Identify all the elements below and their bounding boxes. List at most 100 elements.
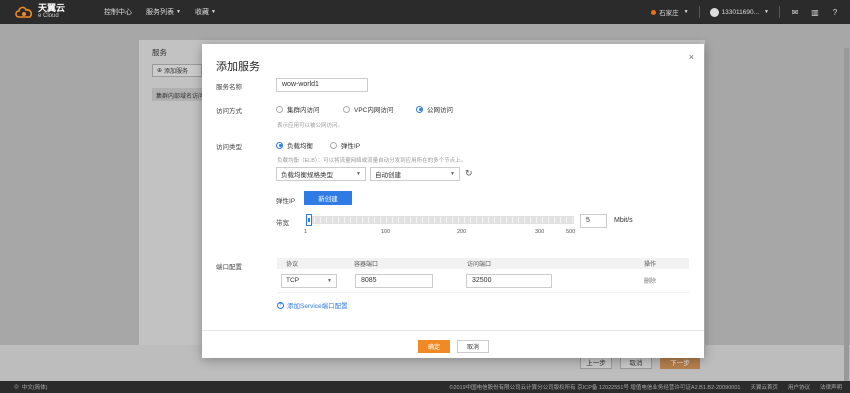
confirm-button[interactable]: 确定 [418, 340, 450, 353]
bandwidth-unit: Mbit/s [614, 217, 633, 224]
nav-service-list[interactable]: 服务列表 ▼ [146, 7, 181, 17]
add-port-label: 添加Service端口配置 [287, 303, 348, 310]
radio-icon [276, 105, 283, 113]
top-nav-bar: 天翼云 e Cloud 控制中心 服务列表 ▼ 收藏 ▼ 石家庄 ▼ 1330116… [0, 0, 850, 24]
chevron-down-icon: ▼ [327, 277, 332, 284]
protocol-select[interactable]: TCP ▼ [281, 273, 337, 288]
user-name: 133011690... [721, 8, 760, 16]
caret-down-icon: ▼ [176, 9, 181, 15]
eip-label: 弹性IP [276, 198, 296, 205]
location-pin-icon [651, 9, 657, 15]
protocol-value: TCP [286, 277, 299, 284]
chevron-down-icon: ▼ [450, 171, 455, 177]
bandwidth-slider[interactable] [308, 216, 574, 224]
help-icon[interactable]: ? [830, 8, 840, 17]
logo-en-text: e Cloud [38, 13, 59, 19]
region-label: 石家庄 [659, 10, 679, 17]
cancel-button[interactable]: 取消 [457, 340, 489, 353]
bandwidth-label: 带宽 [276, 220, 289, 227]
language-label: 中文(简体) [21, 385, 48, 391]
footer-link-agreement[interactable]: 用户协议 [788, 383, 810, 391]
radio-selected-icon [416, 105, 423, 113]
radio-load-balancer[interactable]: 负载均衡 [276, 140, 313, 150]
port-config-label: 端口配置 [216, 264, 242, 271]
access-mode-label: 访问方式 [216, 108, 242, 115]
radio-label: 公网访问 [427, 107, 453, 114]
access-type-label: 访问类型 [216, 144, 242, 151]
table-header: 协议 容器端口 访问端口 操作 [277, 258, 689, 269]
footer-link-legal[interactable]: 法律声明 [820, 383, 842, 391]
caret-down-icon: ▼ [210, 9, 216, 15]
mail-icon[interactable]: ✉ [790, 8, 800, 17]
header-action: 操作 [644, 262, 657, 268]
tick-label: 1 [304, 229, 308, 235]
globe-icon: ◎ [14, 384, 19, 390]
logo-cn-text: 天翼云 [38, 3, 66, 13]
radio-label: VPC内网访问 [354, 107, 394, 114]
caret-down-icon: ▼ [683, 9, 689, 15]
scrollbar[interactable] [844, 48, 849, 393]
tick-label: 500 [566, 229, 576, 235]
dialog-footer: 确定 取消 [202, 330, 704, 358]
new-create-button[interactable]: 新创建 [304, 191, 352, 205]
service-name-input[interactable]: wow-world1 [276, 78, 368, 92]
page-footer: ◎ 中文(简体) ©2019中国电信股份有限公司云计算分公司版权所有 京ICP备… [0, 381, 850, 393]
nav-favorites-label: 收藏 [194, 9, 209, 16]
copyright-text: ©2019中国电信股份有限公司云计算分公司版权所有 京ICP备 12022551… [449, 385, 741, 391]
user-menu[interactable]: 133011690... ▼ [709, 7, 769, 17]
chart-icon[interactable]: ▥ [810, 8, 820, 17]
lb-spec-select[interactable]: 负载均衡规格类型 ▼ [276, 167, 366, 181]
lb-spec-value: 负载均衡规格类型 [281, 172, 333, 179]
language-selector[interactable]: ◎ 中文(简体) [14, 383, 47, 391]
logo[interactable]: 天翼云 e Cloud [14, 4, 90, 20]
cloud-logo-icon [14, 5, 34, 19]
port-table: 协议 容器端口 访问端口 操作 TCP ▼ 8085 32500 删除 [277, 258, 689, 293]
radio-elastic-ip[interactable]: 弹性IP [330, 140, 360, 150]
lb-hint: 负载均衡（ELB）：可以将流量网络或流量自动分发到应用所在的多个节点上。 [277, 158, 467, 164]
panel-title: 服务 [152, 48, 167, 57]
radio-selected-icon [276, 141, 283, 149]
access-port-input[interactable]: 32500 [466, 273, 552, 288]
add-service-label: 添加服务 [164, 69, 189, 75]
container-port-input[interactable]: 8085 [355, 273, 433, 288]
radio-icon [330, 141, 337, 149]
auto-create-select[interactable]: 自动创建 ▼ [370, 167, 460, 181]
caret-down-icon: ▼ [764, 9, 769, 15]
footer-link-home[interactable]: 天翼云首页 [750, 383, 778, 391]
table-row: TCP ▼ 8085 32500 删除 [277, 269, 689, 293]
radio-vpc-access[interactable]: VPC内网访问 [343, 104, 393, 114]
slider-handle[interactable] [306, 214, 312, 226]
plus-circle-icon: + [277, 301, 284, 309]
access-hint: 表示应用可以被公网访问。 [277, 123, 344, 129]
plus-circle-icon: ⊕ [157, 68, 163, 74]
auto-create-value: 自动创建 [375, 172, 401, 179]
nav-console[interactable]: 控制中心 [104, 7, 132, 17]
nav-service-list-label: 服务列表 [146, 9, 174, 16]
radio-public-access[interactable]: 公网访问 [416, 104, 453, 114]
tick-label: 200 [457, 229, 467, 235]
refresh-icon[interactable]: ↻ [465, 168, 473, 179]
radio-label: 集群内访问 [287, 107, 320, 114]
add-service-button[interactable]: ⊕ 添加服务 [152, 64, 202, 77]
close-icon[interactable]: × [689, 52, 694, 62]
region-selector[interactable]: 石家庄 ▼ [651, 7, 689, 17]
radio-label: 负载均衡 [287, 143, 313, 150]
header-access-port: 访问端口 [467, 262, 492, 268]
header-container-port: 容器端口 [354, 262, 379, 268]
service-name-label: 服务名称 [216, 84, 242, 91]
radio-cluster-access[interactable]: 集群内访问 [276, 104, 320, 114]
nav-favorites[interactable]: 收藏 ▼ [195, 7, 216, 17]
bandwidth-input[interactable]: 5 [580, 214, 607, 228]
radio-label: 弹性IP [341, 143, 361, 150]
divider [698, 6, 700, 18]
dialog-title: 添加服务 [216, 61, 260, 73]
radio-icon [343, 105, 350, 113]
delete-link[interactable]: 删除 [634, 276, 689, 285]
add-port-link[interactable]: + 添加Service端口配置 [277, 300, 348, 310]
divider [779, 6, 780, 18]
avatar-icon [709, 7, 719, 17]
tick-label: 300 [535, 229, 545, 235]
tick-label: 100 [381, 229, 391, 235]
header-protocol: 协议 [286, 262, 299, 268]
chevron-down-icon: ▼ [356, 171, 361, 177]
